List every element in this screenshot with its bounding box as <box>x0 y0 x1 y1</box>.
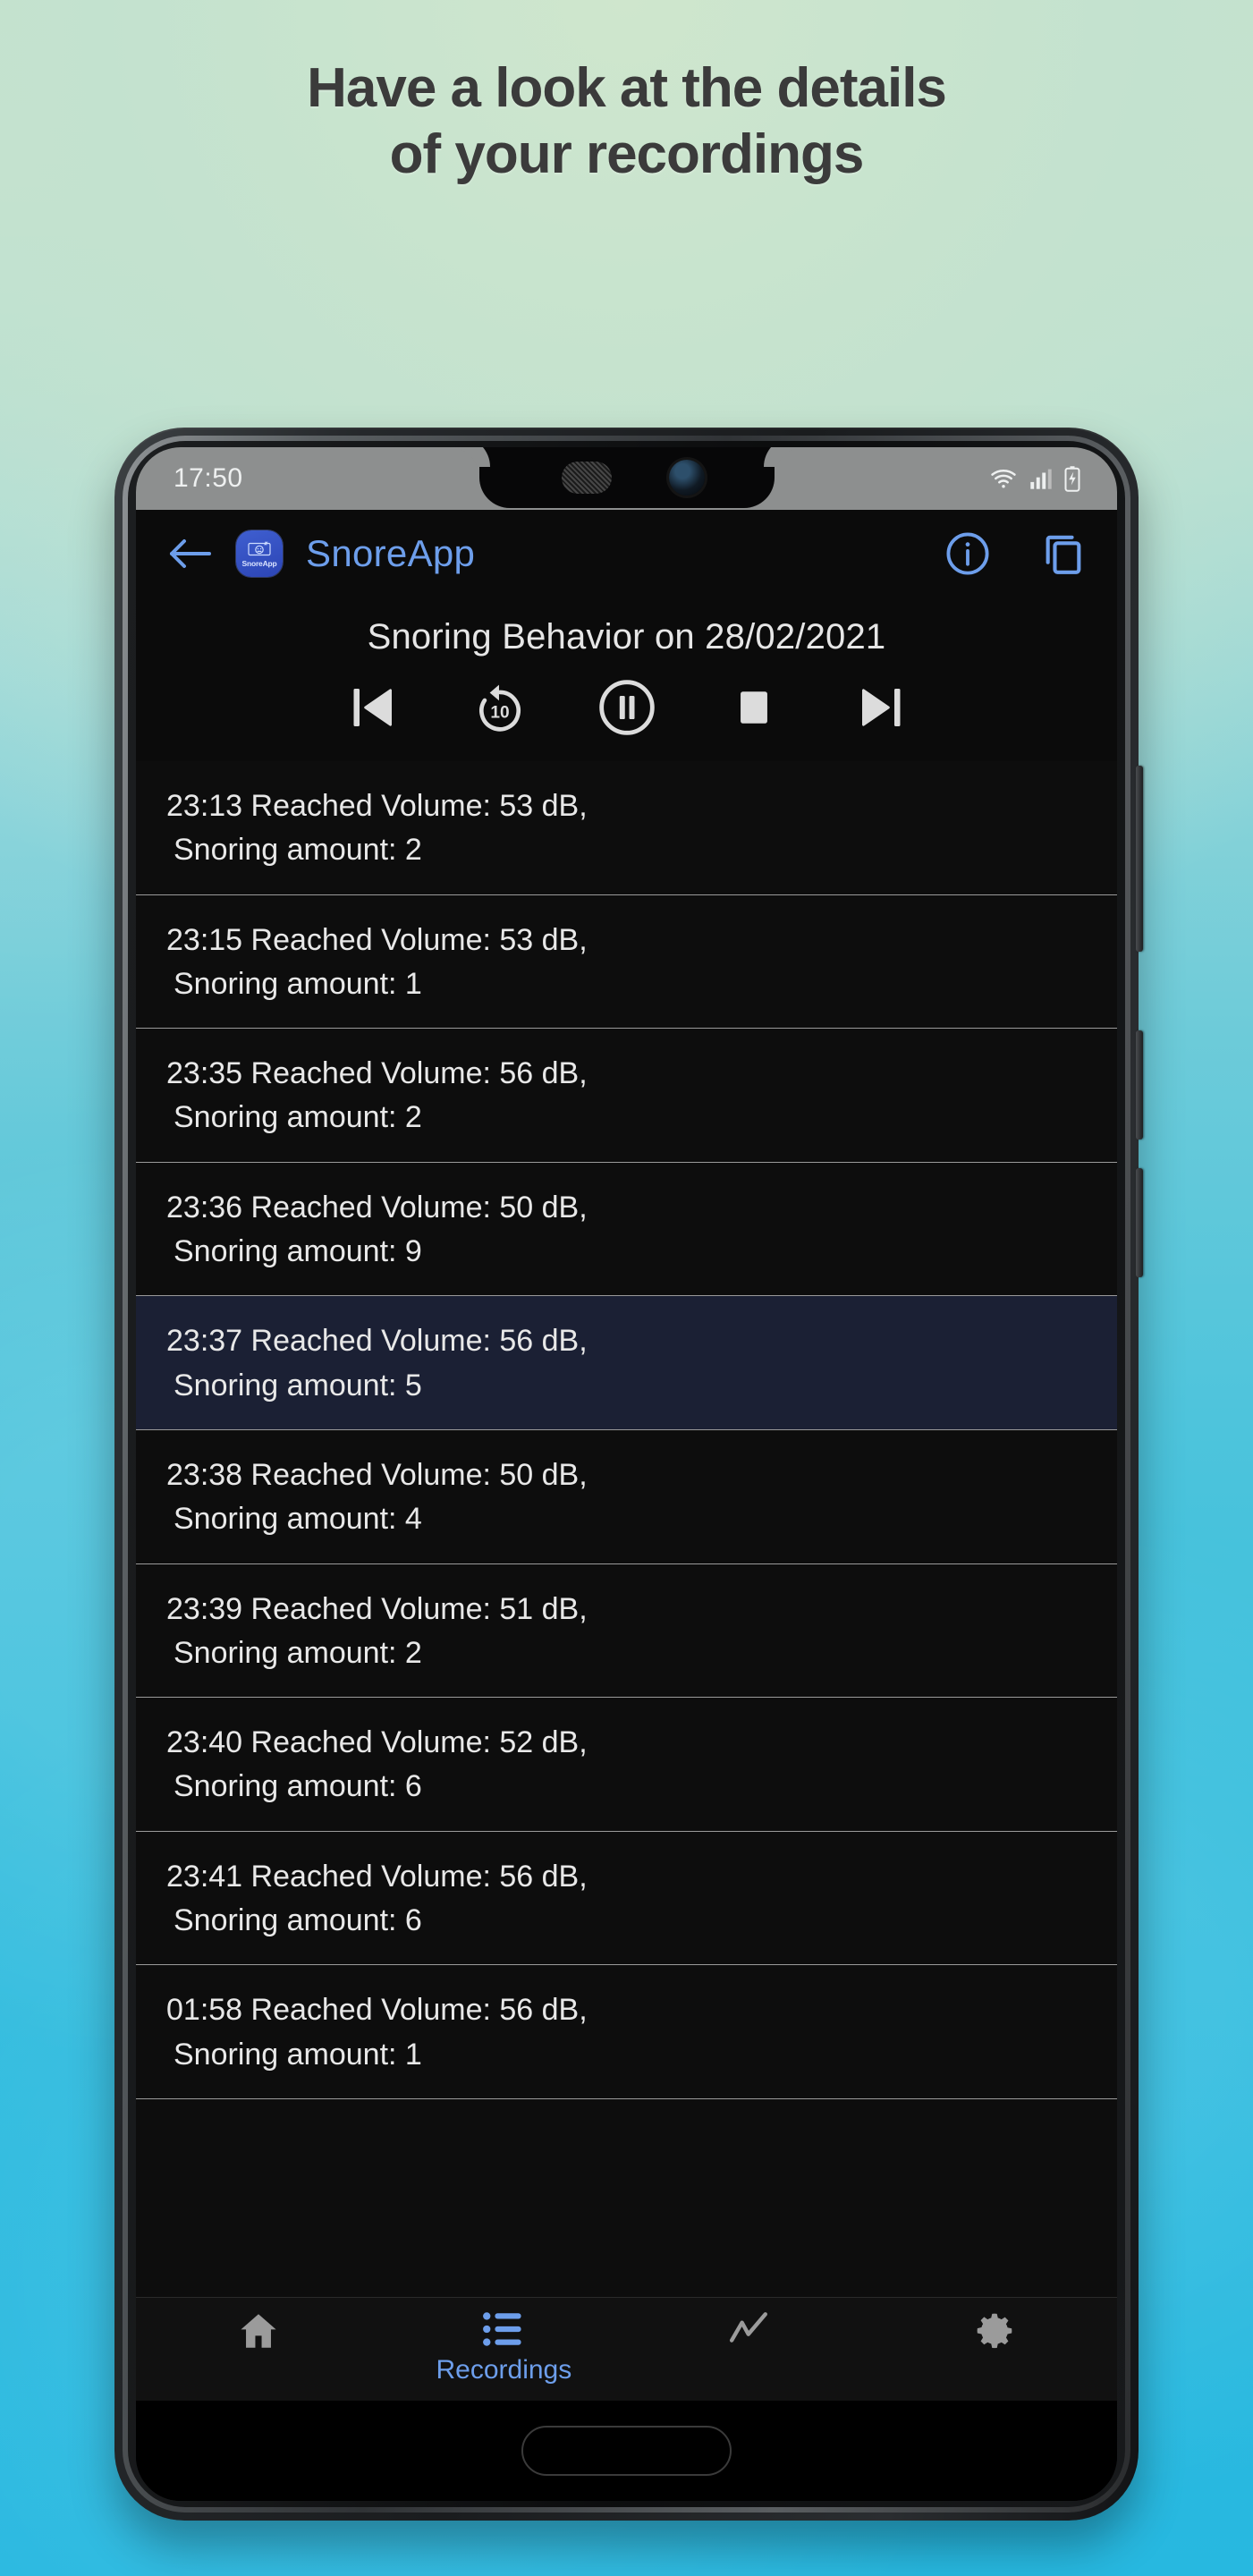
app-title: SnoreApp <box>306 532 476 574</box>
table-row-selected[interactable]: 23:37 Reached Volume: 56 dB, Snoring amo… <box>136 1296 1117 1430</box>
nav-recordings-label: Recordings <box>436 2355 572 2385</box>
row-snoring-amount-text: Snoring amount: 4 <box>174 1502 422 1537</box>
playback-controls: 10 <box>136 672 1117 761</box>
snoreapp-logo-icon: SnoreApp <box>236 530 283 577</box>
status-bar: 17:50 <box>136 447 1117 510</box>
status-bar-clock: 17:50 <box>174 463 243 493</box>
row-volume-text: 23:40 Reached Volume: 52 dB, <box>166 1725 588 1760</box>
recordings-list[interactable]: 23:13 Reached Volume: 53 dB, Snoring amo… <box>136 761 1117 2297</box>
table-row[interactable]: 23:41 Reached Volume: 56 dB, Snoring amo… <box>136 1832 1117 1966</box>
nav-statistics[interactable] <box>627 2309 872 2355</box>
phone-power-button[interactable] <box>1136 1030 1143 1140</box>
row-volume-text: 23:37 Reached Volume: 56 dB, <box>166 1324 588 1359</box>
row-snoring-amount-text: Snoring amount: 2 <box>174 1635 422 1670</box>
headline-line-1: Have a look at the details <box>307 57 947 119</box>
row-volume-text: 23:15 Reached Volume: 53 dB, <box>166 922 588 957</box>
app-bar: SnoreApp SnoreApp <box>136 510 1117 597</box>
phone-screen: 17:50 SnoreApp SnoreApp Snoring Behavior… <box>136 447 1117 2501</box>
phone-mockup: 17:50 SnoreApp SnoreApp Snoring Behavior… <box>114 428 1143 2521</box>
phone-volume-rocker[interactable] <box>1136 766 1143 952</box>
skip-previous-button[interactable] <box>343 677 403 738</box>
table-row[interactable]: 01:58 Reached Volume: 56 dB, Snoring amo… <box>136 1965 1117 2099</box>
table-row[interactable]: 23:35 Reached Volume: 56 dB, Snoring amo… <box>136 1029 1117 1163</box>
home-icon <box>236 2309 281 2353</box>
row-volume-text: 23:39 Reached Volume: 51 dB, <box>166 1591 588 1626</box>
row-volume-text: 01:58 Reached Volume: 56 dB, <box>166 1993 588 2028</box>
cellular-signal-icon <box>1029 466 1053 491</box>
status-bar-icons <box>988 465 1117 492</box>
row-volume-text: 23:36 Reached Volume: 50 dB, <box>166 1190 588 1224</box>
list-icon <box>481 2309 526 2350</box>
nav-settings[interactable] <box>872 2309 1117 2359</box>
wifi-icon <box>988 465 1019 492</box>
arrow-left-icon[interactable] <box>166 535 213 572</box>
row-snoring-amount-text: Snoring amount: 6 <box>174 1769 422 1804</box>
row-snoring-amount-text: Snoring amount: 2 <box>174 833 422 868</box>
promo-headline: Have a look at the details of your recor… <box>0 55 1253 188</box>
row-volume-text: 23:41 Reached Volume: 56 dB, <box>166 1859 588 1894</box>
row-snoring-amount-text: Snoring amount: 9 <box>174 1234 422 1269</box>
phone-extra-button[interactable] <box>1136 1168 1143 1277</box>
home-indicator[interactable] <box>521 2426 732 2476</box>
rewind-10-button[interactable]: 10 <box>470 677 530 738</box>
bottom-navigation: Recordings <box>136 2297 1117 2401</box>
row-snoring-amount-text: Snoring amount: 1 <box>174 966 422 1001</box>
row-volume-text: 23:38 Reached Volume: 50 dB, <box>166 1457 588 1492</box>
row-volume-text: 23:13 Reached Volume: 53 dB, <box>166 789 588 823</box>
row-snoring-amount-text: Snoring amount: 5 <box>174 1368 422 1402</box>
pause-button[interactable] <box>597 677 657 738</box>
nav-recordings[interactable]: Recordings <box>381 2309 626 2385</box>
copy-layers-icon[interactable] <box>1040 530 1087 578</box>
nav-home[interactable] <box>136 2309 381 2359</box>
headline-line-2: of your recordings <box>389 123 865 185</box>
front-camera <box>668 460 705 496</box>
page-title: Snoring Behavior on 28/02/2021 <box>136 597 1117 672</box>
table-row[interactable]: 23:39 Reached Volume: 51 dB, Snoring amo… <box>136 1564 1117 1699</box>
row-snoring-amount-text: Snoring amount: 1 <box>174 2037 422 2072</box>
trend-line-icon <box>726 2309 773 2350</box>
table-row[interactable]: 23:13 Reached Volume: 53 dB, Snoring amo… <box>136 761 1117 895</box>
info-circle-icon[interactable] <box>944 530 992 578</box>
table-row[interactable]: 23:40 Reached Volume: 52 dB, Snoring amo… <box>136 1698 1117 1832</box>
svg-text:10: 10 <box>490 703 509 722</box>
snoreapp-logo-label: SnoreApp <box>241 558 277 568</box>
table-row[interactable]: 23:15 Reached Volume: 53 dB, Snoring amo… <box>136 895 1117 1030</box>
battery-charging-icon <box>1063 465 1081 492</box>
row-volume-text: 23:35 Reached Volume: 56 dB, <box>166 1056 588 1091</box>
stop-button[interactable] <box>724 677 784 738</box>
row-snoring-amount-text: Snoring amount: 2 <box>174 1100 422 1135</box>
earpiece-speaker <box>561 462 612 494</box>
table-row[interactable]: 23:36 Reached Volume: 50 dB, Snoring amo… <box>136 1163 1117 1297</box>
phone-notch <box>448 447 805 508</box>
table-row[interactable]: 23:38 Reached Volume: 50 dB, Snoring amo… <box>136 1430 1117 1564</box>
skip-next-button[interactable] <box>851 677 911 738</box>
gear-icon <box>972 2309 1017 2353</box>
home-indicator-area <box>136 2401 1117 2501</box>
row-snoring-amount-text: Snoring amount: 6 <box>174 1903 422 1938</box>
